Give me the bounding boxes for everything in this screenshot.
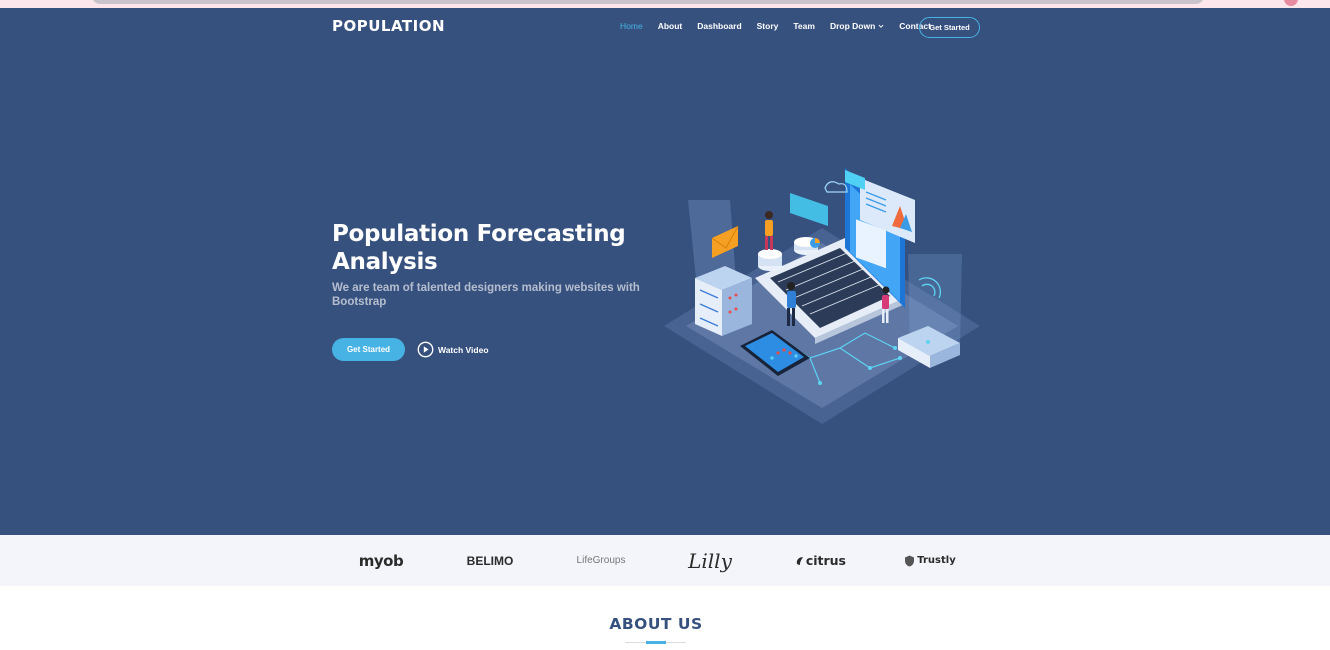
hero-illustration — [664, 168, 980, 424]
nav-item-dropdown[interactable]: Drop Down — [830, 21, 884, 31]
about-divider-accent — [646, 641, 666, 644]
scroll-bar[interactable] — [92, 0, 1204, 4]
about-section-title: ABOUT US — [609, 615, 703, 633]
site-logo[interactable]: POPULATION — [332, 17, 445, 35]
play-circle-icon — [417, 341, 434, 358]
nav-item-dropdown-label: Drop Down — [829, 21, 876, 31]
nav-item-story[interactable]: Story — [757, 21, 779, 31]
client-logo-citrus: citrus — [796, 535, 846, 586]
trustly-badge-icon — [905, 555, 915, 566]
watch-video-label: Watch Video — [438, 344, 489, 355]
client-logo-citrus-text: citrus — [805, 553, 846, 568]
client-logo-lifegroups: LifeGroups — [576, 555, 626, 566]
browser-top-strip — [0, 0, 1330, 8]
hero-get-started-button[interactable]: Get Started — [332, 338, 405, 361]
client-logo-myob: myob — [358, 551, 404, 570]
nav-get-started-button[interactable]: Get Started — [919, 17, 980, 38]
client-logo-trustly: Trustly — [904, 535, 956, 586]
nav-item-dashboard[interactable]: Dashboard — [697, 21, 741, 31]
chevron-down-icon — [878, 24, 884, 28]
hero-section: POPULATION Home About Dashboard Story Te… — [0, 8, 1330, 535]
main-nav: Home About Dashboard Story Team Drop Dow… — [620, 21, 946, 31]
watch-video-button[interactable]: Watch Video — [417, 341, 489, 358]
nav-item-team[interactable]: Team — [793, 21, 815, 31]
client-logo-lilly: Lilly — [688, 548, 732, 573]
notification-dot — [1284, 0, 1298, 6]
hero-title: Population Forecasting Analysis — [332, 221, 626, 275]
citrus-leaf-icon — [796, 556, 804, 565]
nav-item-home[interactable]: Home — [620, 21, 643, 31]
client-logo-belimo: BELIMO — [466, 553, 514, 568]
hero-subtitle: We are team of talented designers making… — [332, 282, 640, 308]
nav-item-about[interactable]: About — [658, 21, 683, 31]
client-logo-trustly-text: Trustly — [917, 555, 956, 566]
clients-strip: myob BELIMO LifeGroups Lilly citrus Trus… — [0, 535, 1330, 586]
